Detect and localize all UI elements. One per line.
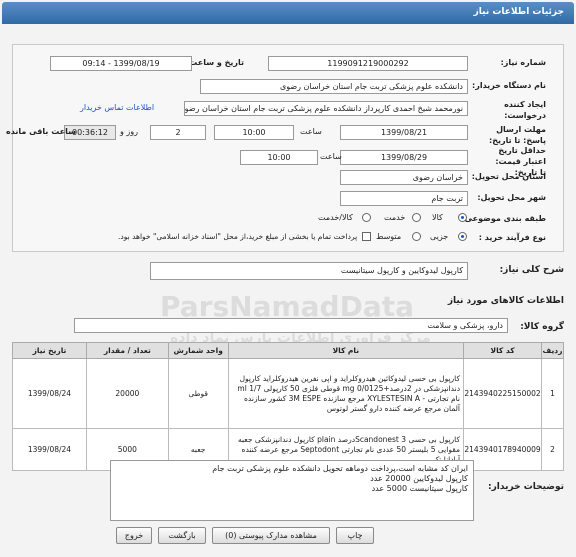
category-radio-goods[interactable] — [458, 213, 467, 222]
process-option-minor: جزیی — [430, 232, 449, 241]
price-time-field: 10:00 — [240, 150, 318, 165]
price-date-field: 1399/08/29 — [340, 150, 468, 165]
treasury-payment-label: پرداخت تمام یا بخشی از مبلغ خرید،از محل … — [118, 232, 358, 241]
table-row: 1 2143940225150002 کارپول بی حسی لیدوکائ… — [12, 358, 564, 429]
reply-time-field: 10:00 — [214, 125, 294, 140]
remaining-label: ساعت باقی مانده — [6, 127, 77, 136]
category-option-goods-service: کالا/خدمت — [318, 213, 353, 222]
need-number-label: شماره نیاز: — [500, 58, 546, 67]
exit-button[interactable]: خروج — [116, 527, 152, 544]
cell-code: 2143940225150002 — [463, 358, 543, 429]
cell-row: 1 — [541, 358, 564, 429]
cell-qty: 20000 — [85, 358, 169, 429]
goods-table: ردیف کد کالا نام کالا واحد شمارش تعداد /… — [12, 342, 564, 471]
print-button[interactable]: چاپ — [336, 527, 374, 544]
buyer-org-label: نام دستگاه خریدار: — [472, 81, 546, 90]
process-option-medium: متوسط — [376, 232, 402, 241]
process-radio-medium[interactable] — [412, 232, 421, 241]
supporting-docs-button[interactable]: مشاهده مدارک پیوستی (0) — [212, 527, 330, 544]
buyer-notes-line: کارپول سیتانیست 5000 عدد — [371, 484, 468, 493]
buyer-notes-field: ایران کد مشابه است،پرداخت دوماهه تحویل د… — [110, 460, 474, 521]
col-qty: تعداد / مقدار — [85, 342, 169, 359]
goods-info-heading: اطلاعات کالاهای مورد نیاز — [447, 296, 564, 306]
general-desc-label: شرح کلی نیاز: — [499, 265, 564, 275]
general-desc-field: کارپول لیدوکایین و کارپول سیتانیست — [150, 262, 468, 280]
table-header-row: ردیف کد کالا نام کالا واحد شمارش تعداد /… — [12, 342, 564, 359]
buyer-notes-line: کارپول لیدوکایین 20000 عدد — [370, 474, 468, 483]
requester-label: ایجاد کننده درخواست: — [504, 100, 546, 120]
cell-row: 2 — [541, 428, 564, 471]
buyer-org-field: دانشکده علوم پزشکی تربت جام استان خراسان… — [200, 79, 468, 94]
col-date: تاریخ نیاز — [12, 342, 87, 359]
days-and-label: روز و — [120, 127, 138, 136]
delivery-city-label: شهر محل تحویل: — [477, 193, 546, 202]
category-option-goods: کالا — [432, 213, 443, 222]
col-code: کد کالا — [463, 342, 543, 359]
requester-field: نورمحمد شیخ احمدی کارپرداز دانشکده علوم … — [184, 101, 468, 116]
price-time-label: ساعت — [320, 152, 342, 161]
delivery-province-label: استان محل تحویل: — [471, 172, 546, 181]
reply-date-field: 1399/08/21 — [340, 125, 468, 140]
category-radio-goods-service[interactable] — [362, 213, 371, 222]
col-unit: واحد شمارش — [167, 342, 229, 359]
cell-unit: قوطی — [167, 358, 229, 429]
window-titlebar: جزئیات اطلاعات نیاز — [2, 2, 574, 24]
col-name: نام کالا — [227, 342, 465, 359]
col-row: ردیف — [541, 342, 564, 359]
delivery-city-field: تربت جام — [340, 191, 468, 206]
buyer-contact-link[interactable]: اطلاعات تماس خریدار — [80, 103, 154, 112]
category-option-service: خدمت — [384, 213, 406, 222]
announce-datetime-field: 1399/08/19 - 09:14 — [50, 56, 192, 71]
need-number-field: 1199091219000292 — [268, 56, 468, 71]
process-radio-minor[interactable] — [458, 232, 467, 241]
process-type-label: نوع فرآیند خرید : — [478, 233, 546, 242]
treasury-payment-checkbox[interactable] — [362, 232, 371, 241]
goods-group-field: دارو، پزشکی و سلامت — [74, 318, 508, 333]
reply-time-label: ساعت — [300, 127, 322, 136]
goods-group-label: گروه کالا: — [520, 322, 564, 332]
back-button[interactable]: بازگشت — [158, 527, 206, 544]
buyer-notes-line: ایران کد مشابه است،پرداخت دوماهه تحویل د… — [212, 464, 468, 473]
page-title: جزئیات اطلاعات نیاز — [473, 7, 564, 17]
category-radio-service[interactable] — [412, 213, 421, 222]
reply-deadline-label: مهلت ارسال پاسخ: تا تاریخ: — [489, 125, 546, 145]
cell-name: کارپول بی حسی لیدوکائین هیدروکلراید و اپ… — [227, 358, 465, 429]
cell-date: 1399/08/24 — [12, 358, 87, 429]
category-label: طبقه بندی موضوعی: — [461, 214, 546, 223]
buyer-notes-label: توضیحات خریدار: — [488, 482, 564, 492]
cell-code: 2143940178940009 — [463, 428, 543, 471]
cell-date: 1399/08/24 — [12, 428, 87, 471]
delivery-province-field: خراسان رضوی — [340, 170, 468, 185]
remaining-days-field: 2 — [150, 125, 206, 140]
